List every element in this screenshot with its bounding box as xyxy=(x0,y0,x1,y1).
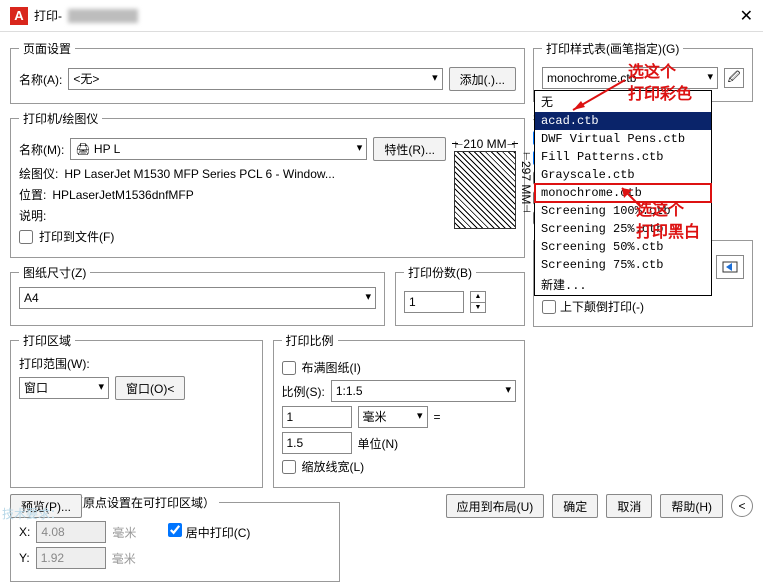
dd-item[interactable]: Screening 50%.ctb xyxy=(535,238,711,256)
pagesetup-name-select[interactable]: <无> xyxy=(68,68,442,90)
dd-item-selected[interactable]: acad.ctb xyxy=(535,112,711,130)
plot-style-select[interactable]: monochrome.ctb xyxy=(542,67,718,89)
desc-label: 说明: xyxy=(19,207,46,224)
plot-area-group: 打印区域 打印范围(W): 窗口 窗口(O)< xyxy=(10,332,263,488)
copies-group: 打印份数(B) ▲▼ xyxy=(395,264,525,326)
offset-x-input[interactable] xyxy=(36,521,106,543)
paper-size-select[interactable]: A4 xyxy=(19,287,376,309)
dd-item[interactable]: Grayscale.ctb xyxy=(535,166,711,184)
plot-style-edit-icon[interactable]: 🖉 xyxy=(724,68,744,88)
scale-ratio-select[interactable]: 1:1.5 xyxy=(331,380,516,402)
copies-spinner[interactable]: ▲▼ xyxy=(470,291,486,313)
cancel-button[interactable]: 取消 xyxy=(606,494,652,518)
window-title: 打印 xyxy=(34,7,58,24)
plot-scale-legend: 打印比例 xyxy=(282,332,338,349)
offset-x-label: X: xyxy=(19,525,30,539)
paper-size-legend: 图纸尺寸(Z) xyxy=(19,264,90,281)
plotter-label: 绘图仪: xyxy=(19,165,58,182)
paper-height-label: ⊢297 MM⊣ xyxy=(519,152,533,228)
scale-ratio-label: 比例(S): xyxy=(282,383,325,400)
dd-item[interactable]: DWF Virtual Pens.ctb xyxy=(535,130,711,148)
apply-layout-button[interactable]: 应用到布局(U) xyxy=(446,494,545,518)
page-setup-legend: 页面设置 xyxy=(19,40,75,57)
location-value: HPLaserJetM1536dnfMFP xyxy=(52,188,193,202)
printer-legend: 打印机/绘图仪 xyxy=(19,110,102,127)
plot-scale-group: 打印比例 布满图纸(I) 比例(S): 1:1.5 毫米 = 单位(N) 缩放线… xyxy=(273,332,526,488)
offset-x-unit: 毫米 xyxy=(112,524,136,541)
plot-style-legend: 打印样式表(画笔指定)(G) xyxy=(542,40,683,57)
scale-lineweights-check[interactable]: 缩放线宽(L) xyxy=(282,458,517,475)
copies-legend: 打印份数(B) xyxy=(404,264,476,281)
title-doc-blur xyxy=(68,9,138,23)
equals-label: = xyxy=(434,410,441,424)
plot-area-legend: 打印区域 xyxy=(19,332,75,349)
scale-unit2-label: 单位(N) xyxy=(358,435,399,452)
paper-size-group: 图纸尺寸(Z) A4 xyxy=(10,264,385,326)
expand-icon[interactable]: < xyxy=(731,495,753,517)
title-suffix: - xyxy=(58,9,62,23)
autocad-logo-icon: A xyxy=(10,7,28,25)
offset-y-unit: 毫米 xyxy=(112,550,136,567)
watermark-text: 技术要求： xyxy=(2,505,62,522)
ok-button[interactable]: 确定 xyxy=(552,494,598,518)
fit-to-paper-check[interactable]: 布满图纸(I) xyxy=(282,359,517,376)
dd-item[interactable]: 无 xyxy=(535,91,711,112)
dd-item[interactable]: Screening 75%.ctb xyxy=(535,256,711,274)
orientation-preview-icon xyxy=(716,255,744,279)
pagesetup-name-label: 名称(A): xyxy=(19,71,62,88)
orient-upside-check[interactable]: 上下颠倒打印(-) xyxy=(542,298,710,315)
center-plot-check[interactable]: 居中打印(C) xyxy=(168,523,250,541)
pagesetup-add-button[interactable]: 添加(.)... xyxy=(449,67,516,91)
dd-item[interactable]: 新建... xyxy=(535,274,711,295)
plot-range-select[interactable]: 窗口 xyxy=(19,377,109,399)
close-icon[interactable]: ✕ xyxy=(740,6,753,26)
printer-group: 打印机/绘图仪 名称(M): 🖨 HP L 特性(R)... 绘图仪: HP La… xyxy=(10,110,525,258)
dd-item[interactable]: Screening 25%.ctb xyxy=(535,220,711,238)
plot-style-dropdown[interactable]: 无 acad.ctb DWF Virtual Pens.ctb Fill Pat… xyxy=(534,90,712,296)
plotter-value: HP LaserJet M1530 MFP Series PCL 6 - Win… xyxy=(64,167,335,181)
paper-width-label: ⊢210 MM⊣ xyxy=(454,137,516,151)
printer-name-label: 名称(M): xyxy=(19,141,64,158)
dd-item[interactable]: Screening 100%.ctb xyxy=(535,202,711,220)
scale-unit2-input[interactable] xyxy=(282,432,352,454)
print-to-file-check[interactable]: 打印到文件(F) xyxy=(19,228,446,245)
dd-item-monochrome[interactable]: monochrome.ctb xyxy=(535,184,711,202)
copies-input[interactable] xyxy=(404,291,464,313)
scale-unit1-input[interactable] xyxy=(282,406,352,428)
window-pick-button[interactable]: 窗口(O)< xyxy=(115,376,185,400)
location-label: 位置: xyxy=(19,186,46,203)
spin-down-icon: ▼ xyxy=(471,303,485,313)
spin-up-icon: ▲ xyxy=(471,292,485,303)
dd-item[interactable]: Fill Patterns.ctb xyxy=(535,148,711,166)
printer-props-button[interactable]: 特性(R)... xyxy=(373,137,446,161)
printer-name-select[interactable]: 🖨 HP L xyxy=(70,138,367,160)
scale-unit1-select[interactable]: 毫米 xyxy=(358,406,428,428)
page-setup-group: 页面设置 名称(A): <无> 添加(.)... xyxy=(10,40,525,104)
offset-y-input[interactable] xyxy=(36,547,106,569)
plot-range-label: 打印范围(W): xyxy=(19,355,254,372)
paper-preview-icon: ⊢297 MM⊣ xyxy=(454,151,516,229)
help-button[interactable]: 帮助(H) xyxy=(660,494,723,518)
offset-y-label: Y: xyxy=(19,551,30,565)
